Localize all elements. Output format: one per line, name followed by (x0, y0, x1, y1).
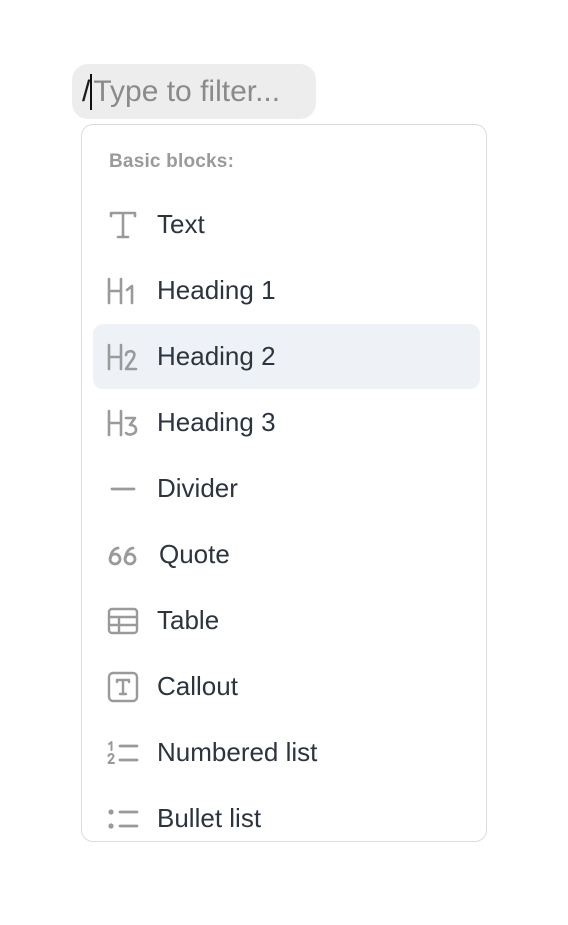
menu-item-table[interactable]: Table (93, 588, 480, 653)
divider-icon (106, 472, 140, 506)
text-caret (90, 73, 93, 110)
numbered-list-icon (106, 736, 140, 770)
section-title: Basic blocks: (109, 151, 235, 172)
table-icon (106, 604, 140, 638)
callout-icon (106, 670, 140, 704)
filter-placeholder: Type to filter... (93, 74, 281, 108)
block-menu-screen: / Type to filter... Basic blocks: Text H… (0, 0, 568, 925)
menu-item-label: Heading 3 (157, 407, 276, 437)
filter-input[interactable]: / Type to filter... (72, 64, 316, 119)
menu-item-heading-2[interactable]: Heading 2 (93, 324, 480, 389)
menu-item-label: Quote (159, 539, 230, 569)
menu-item-heading-1[interactable]: Heading 1 (93, 258, 480, 323)
menu-item-bullet-list[interactable]: Bullet list (93, 786, 480, 841)
heading-1-icon (106, 274, 140, 308)
menu-item-heading-3[interactable]: Heading 3 (93, 390, 480, 455)
menu-item-label: Heading 2 (157, 341, 276, 371)
quote-icon (106, 538, 140, 572)
menu-item-label: Table (157, 605, 220, 635)
menu-item-quote[interactable]: Quote (93, 522, 480, 587)
menu-item-divider[interactable]: Divider (93, 456, 480, 521)
menu-item-label: Bullet list (157, 803, 262, 833)
text-icon (106, 208, 140, 242)
menu-item-numbered-list[interactable]: Numbered list (93, 720, 480, 785)
menu-item-label: Heading 1 (157, 275, 276, 305)
menu-item-label: Text (157, 209, 205, 239)
heading-2-icon (106, 340, 140, 374)
menu-item-label: Callout (157, 671, 238, 701)
slash-command-char: / (82, 74, 91, 108)
heading-3-icon (106, 406, 140, 440)
bullet-list-icon (106, 802, 140, 836)
block-type-menu: Basic blocks: Text Heading 1 Heading 2 H… (81, 124, 487, 842)
menu-item-callout[interactable]: Callout (93, 654, 480, 719)
menu-item-text[interactable]: Text (93, 192, 480, 257)
menu-item-label: Numbered list (157, 737, 318, 767)
menu-item-label: Divider (157, 473, 238, 503)
